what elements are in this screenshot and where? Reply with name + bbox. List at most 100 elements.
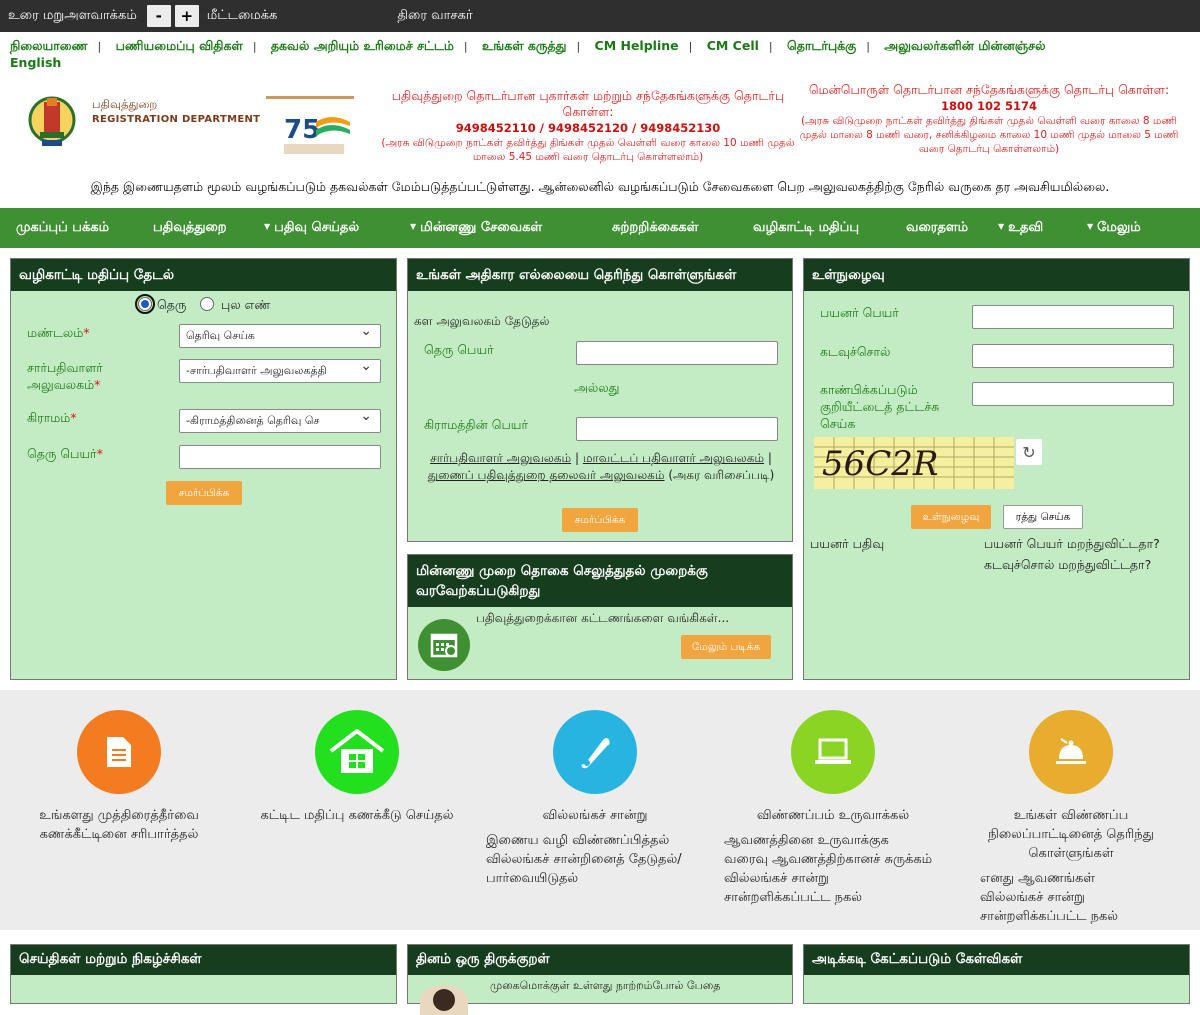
forgot-username-link[interactable]: பயனர் பெயர் மறந்துவிட்டதா? [984, 536, 1160, 553]
service-link[interactable]: வில்லங்கச் சான்று [724, 869, 948, 888]
user-registration-link[interactable]: பயனர் பதிவு [810, 536, 884, 553]
document-icon [77, 710, 161, 794]
toplink-contact[interactable]: தொடர்புக்கு [787, 38, 856, 53]
nav-home[interactable]: முகப்புப் பக்கம் [16, 220, 109, 236]
nav-eservices[interactable]: ▼ மின்னணு சேவைகள் [410, 220, 542, 236]
toplink-cm-helpline[interactable]: CM Helpline [595, 38, 679, 53]
toplink-service-rules[interactable]: பணியமைப்பு விதிகள் [116, 38, 243, 53]
calendar-icon [418, 619, 470, 671]
jur-village-label: கிராமத்தின் பெயர் [424, 417, 529, 432]
dept-logo-text: பதிவுத்துறை REGISTRATION DEPARTMENT [92, 96, 260, 128]
service-link[interactable]: வில்லங்கச் சான்று [980, 888, 1186, 907]
username-input[interactable] [972, 305, 1174, 329]
complaint-phone-numbers: 9498452110 / 9498452120 / 9498452130 [455, 121, 721, 135]
complaint-contact: பதிவுத்துறை தொடர்பான புகார்கள் மற்றும் ச… [378, 88, 798, 164]
read-more-button[interactable]: மேலும் படிக்க [681, 635, 771, 659]
english-link[interactable]: English [10, 55, 61, 70]
jur-street-input[interactable] [576, 341, 778, 365]
refresh-captcha-icon[interactable]: ↻ [1016, 439, 1042, 465]
field-office-search-label: கள அலுவலகம் தேடுதல் [414, 314, 550, 328]
sro-select[interactable]: -சார்பதிவாளர் அலுவலகத்தி [179, 358, 381, 383]
caret-down-icon: ▼ [1087, 222, 1094, 231]
password-input[interactable] [972, 344, 1174, 368]
nav-registration-dept[interactable]: பதிவுத்துறை [153, 220, 227, 236]
guideline-submit-button[interactable]: சமர்ப்பிக்க [166, 481, 242, 505]
alphabetical-note: (அகர வரிசைப்படி) [668, 468, 775, 482]
nav-guideline-value[interactable]: வழிகாட்டி மதிப்பு [753, 220, 859, 236]
svg-text:75: 75 [284, 115, 320, 145]
service-application-status: உங்கள் விண்ணப்ப நிலைப்பாட்டினைத் தெரிந்த… [956, 710, 1186, 926]
svg-text:56C2R: 56C2R [822, 444, 939, 484]
sro-office-link[interactable]: சார்பதிவாளர் அலுவலகம் [430, 451, 571, 465]
guideline-search-title: வழிகாட்டி மதிப்பு தேடல் [11, 259, 396, 291]
building-calc-icon [315, 710, 399, 794]
toplink-rti[interactable]: தகவல் அறியும் உரிமைச் சட்டம் [271, 38, 454, 53]
caret-down-icon: ▼ [998, 222, 1005, 231]
azadi-logo-icon: 75 [266, 96, 354, 154]
caret-down-icon: ▼ [264, 222, 271, 231]
captcha-input[interactable] [972, 382, 1174, 406]
service-links: ஆவணத்தினை உருவாக்குக வரைவு ஆவணத்திற்கானச… [718, 831, 948, 907]
accessibility-bar: உரை மறுஅளவாக்கம் - + மீட்டமைக்க திரை வாச… [0, 0, 1200, 32]
service-link[interactable]: எனது ஆவணங்கள் [980, 869, 1186, 888]
screen-reader-link[interactable]: திரை வாசகர் [397, 8, 472, 24]
service-link[interactable]: வில்லங்கச் சான்றினைத் தேடுதல்/பார்வையிடு… [486, 850, 710, 888]
zone-select[interactable]: தெரிவு செய்க [179, 323, 381, 348]
nav-sitemap[interactable]: வரைதளம் [906, 220, 968, 236]
service-building-value[interactable]: கட்டிட மதிப்பு கணக்கீடு செய்தல் [242, 710, 472, 825]
zone-label: மண்டலம்* [27, 325, 90, 340]
login-button[interactable]: உள்நுழைவு [911, 505, 991, 529]
font-reset-link[interactable]: மீட்டமைக்க [207, 8, 278, 24]
toplink-feedback[interactable]: உங்கள் கருத்து [482, 38, 566, 53]
radio-survey-no[interactable] [200, 297, 214, 311]
service-stamp-duty[interactable]: உங்களது முத்திரைத்தீர்வை கணக்கீட்டினை சர… [4, 710, 234, 844]
service-link[interactable]: ஆவணத்தினை உருவாக்குக [724, 831, 948, 850]
tn-emblem-icon [28, 96, 76, 146]
nav-help[interactable]: ▼ உதவி [998, 220, 1043, 236]
service-title: வில்லங்கச் சான்று [542, 808, 648, 823]
service-encumbrance: வில்லங்கச் சான்று இணைய வழி விண்ணப்பித்தல… [480, 710, 710, 888]
service-link[interactable]: சான்றளிக்கப்பட்ட நகல் [980, 907, 1186, 926]
kural-text: முகைமொக்குள் உள்ளது நாற்றம்போல் பேதை [490, 979, 721, 992]
radio-street-label: தெரு [157, 297, 187, 312]
nav-more[interactable]: ▼ மேலும் [1087, 220, 1141, 236]
scroll-icon [553, 710, 637, 794]
cancel-button[interactable]: ரத்து செய்க [1003, 505, 1083, 529]
software-phone-number: 1800 102 5174 [940, 99, 1038, 113]
radio-street[interactable] [135, 294, 155, 314]
main-nav: முகப்புப் பக்கம் பதிவுத்துறை ▼ பதிவு செய்… [0, 208, 1200, 248]
service-title: கட்டிட மதிப்பு கணக்கீடு செய்தல் [260, 808, 454, 823]
laptop-icon [791, 710, 875, 794]
services-section: உங்களது முத்திரைத்தீர்வை கணக்கீட்டினை சர… [0, 690, 1200, 930]
font-increase-button[interactable]: + [174, 5, 199, 27]
password-label: கடவுச்சொல் [820, 344, 891, 359]
service-bell-icon [1029, 710, 1113, 794]
software-contact: மென்பொருள் தொடர்பான சந்தேகங்களுக்கு தொடர… [790, 82, 1188, 156]
dig-office-link[interactable]: துணைப் பதிவுத்துறை தலைவர் அலுவலகம் [428, 468, 665, 482]
district-registrar-link[interactable]: மாவட்டப் பதிவாளர் அலுவலகம் [583, 451, 764, 465]
toplink-standing-order[interactable]: நிலையாணை [10, 38, 88, 53]
jur-village-input[interactable] [576, 417, 778, 441]
jurisdiction-submit-button[interactable]: சமர்ப்பிக்க [562, 508, 638, 532]
epayment-text: பதிவுத்துறைக்கான கட்டணங்களை வங்கிகள்... [476, 611, 730, 625]
nav-registration[interactable]: ▼ பதிவு செய்தல் [264, 220, 359, 236]
login-panel: உள்நுழைவு பயனர் பெயர் கடவுச்சொல் காண்பிக… [803, 258, 1190, 680]
service-link[interactable]: சான்றளிக்கப்பட்ட நகல் [724, 888, 948, 907]
service-title: உங்கள் விண்ணப்ப நிலைப்பாட்டினைத் தெரிந்த… [988, 808, 1154, 861]
village-select[interactable]: -கிராமத்தினைத் தெரிவு செ [179, 408, 381, 433]
street-input[interactable] [179, 445, 381, 469]
news-panel: செய்திகள் மற்றும் நிகழ்ச்சிகள் [10, 944, 397, 1004]
nav-circulars[interactable]: சுற்றறிக்கைகள் [612, 220, 698, 236]
street-label: தெரு பெயர்* [27, 446, 103, 461]
toplink-cm-cell[interactable]: CM Cell [707, 38, 759, 53]
toplink-officer-email[interactable]: அலுவலர்களின் மின்னஞ்சல் [884, 38, 1045, 53]
service-link[interactable]: வரைவு ஆவணத்திற்கானச் சுருக்கம் [724, 850, 948, 869]
text-resize-label: உரை மறுஅளவாக்கம் [8, 8, 137, 23]
font-decrease-button[interactable]: - [146, 5, 171, 27]
complaint-hours: (அரசு விடுமுறை நாட்கள் தவிர்த்து திங்கள்… [381, 137, 795, 163]
forgot-password-link[interactable]: கடவுச்சொல் மறந்துவிட்டதா? [984, 557, 1151, 574]
kural-panel: தினம் ஒரு திருக்குறள் முகைமொக்குள் உள்ளத… [407, 944, 793, 1015]
thiruvalluvar-avatar [420, 985, 468, 1015]
service-link[interactable]: இணைய வழி விண்ணப்பித்தல் [486, 831, 710, 850]
service-title: உங்களது முத்திரைத்தீர்வை கணக்கீட்டினை சர… [39, 808, 199, 842]
